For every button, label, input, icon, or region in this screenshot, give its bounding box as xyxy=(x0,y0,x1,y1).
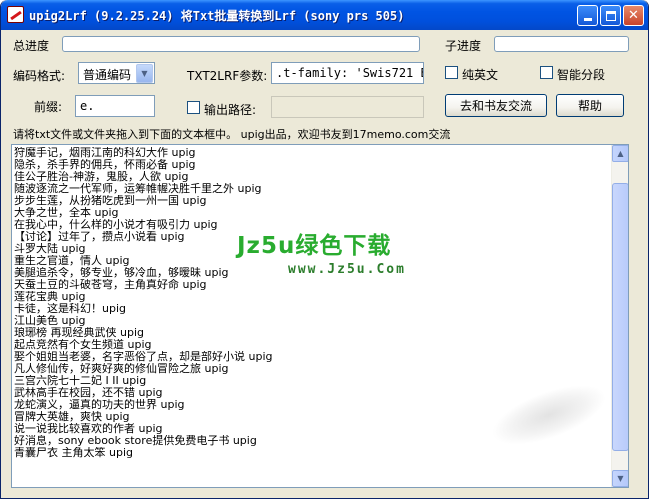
prefix-value: e. xyxy=(80,99,95,113)
instruction-text: 请将txt文件或文件夹拖入到下面的文本框中。 upig出品，欢迎书友到17mem… xyxy=(13,128,451,141)
watermark-url: www.Jz5u.Com xyxy=(288,262,406,277)
text-line: 隐杀，杀手界的佣兵，怀雨必备 upig xyxy=(14,159,196,171)
window-title: upig2Lrf (9.2.25.24) 将Txt批量转换到Lrf (sony … xyxy=(29,9,405,23)
watermark-logo: Jz5u绿色下载 xyxy=(237,233,392,259)
sub-progress-label: 子进度 xyxy=(445,39,482,53)
app-window: upig2Lrf (9.2.25.24) 将Txt批量转换到Lrf (sony … xyxy=(0,0,649,499)
close-button[interactable]: ✕ xyxy=(623,5,644,26)
prefix-input[interactable]: e. xyxy=(75,95,155,117)
app-icon[interactable] xyxy=(7,6,24,23)
text-line: 步步生莲，从扮猪吃虎到一州一国 upig xyxy=(14,195,207,207)
pure-english-label: 纯英文 xyxy=(462,68,499,82)
scroll-down-icon[interactable]: ▼ xyxy=(612,470,628,487)
encoding-label: 编码格式: xyxy=(13,69,66,83)
sub-progress-bar xyxy=(494,36,629,52)
text-line: 卡徒，这是科幻！upig xyxy=(14,303,126,315)
txt2lrf-params-value: .t-family: 'Swis721 BT'}" xyxy=(276,66,423,80)
pure-english-checkbox[interactable] xyxy=(445,66,458,79)
text-line: 青囊尸衣 主角太笨 upig xyxy=(14,447,133,459)
help-button[interactable]: 帮助 xyxy=(556,94,624,117)
text-line: 凡人修仙传，好爽好爽的修仙冒险之旅 upig xyxy=(14,363,229,375)
output-path-input[interactable] xyxy=(271,96,424,118)
vertical-scrollbar[interactable]: ▲ ▼ xyxy=(611,145,628,487)
total-progress-bar xyxy=(62,36,420,52)
title-bar[interactable]: upig2Lrf (9.2.25.24) 将Txt批量转换到Lrf (sony … xyxy=(1,0,648,30)
text-line: 琅琊榜 再现经典武侠 upig xyxy=(14,327,144,339)
prefix-label: 前缀: xyxy=(34,100,63,114)
txt2lrf-params-input[interactable]: .t-family: 'Swis721 BT'}" xyxy=(271,62,424,84)
output-path-checkbox[interactable] xyxy=(187,101,200,114)
text-line: 大争之世，全本 upig xyxy=(14,207,119,219)
chevron-down-icon[interactable]: ▼ xyxy=(136,64,153,83)
txt2lrf-label: TXT2LRF参数: xyxy=(187,69,268,83)
maximize-icon xyxy=(605,10,616,21)
scrollbar-thumb[interactable] xyxy=(612,183,628,451)
text-line: 莲花宝典 upig xyxy=(14,291,86,303)
smart-split-checkbox[interactable] xyxy=(540,66,553,79)
encoding-selected-value: 普通编码 xyxy=(83,68,132,82)
smart-split-label: 智能分段 xyxy=(557,68,606,82)
text-line: 武林高手在校园，还不错 upig xyxy=(14,387,163,399)
minimize-icon xyxy=(583,18,592,21)
text-line: 随波逐流之一代军师，运筹帷幄决胜千里之外 upig xyxy=(14,183,262,195)
scroll-up-icon[interactable]: ▲ xyxy=(612,145,628,162)
text-line: 佳公子胜治-神游，鬼股，人欲 upig xyxy=(14,171,189,183)
text-line: 娶个姐姐当老婆，名字恶俗了点，却是部好小说 upig xyxy=(14,351,273,363)
text-line: 天蚕土豆的斗破苍穹，主角真好命 upig xyxy=(14,279,207,291)
encoding-select[interactable]: 普通编码 ▼ xyxy=(78,62,155,84)
total-progress-label: 总进度 xyxy=(13,39,50,53)
text-line: 江山美色 upig xyxy=(14,315,86,327)
maximize-button[interactable] xyxy=(600,5,621,26)
share-button[interactable]: 去和书友交流 xyxy=(445,94,547,117)
text-line: 三宫六院七十二妃 I II upig xyxy=(14,375,147,387)
text-line: 狩魔手记，烟雨江南的科幻大作 upig xyxy=(14,147,196,159)
minimize-button[interactable] xyxy=(577,5,598,26)
close-icon: ✕ xyxy=(628,8,639,23)
output-path-label: 输出路径: xyxy=(204,103,257,117)
text-line: 起点竞然有个女生频道 upig xyxy=(14,339,152,351)
